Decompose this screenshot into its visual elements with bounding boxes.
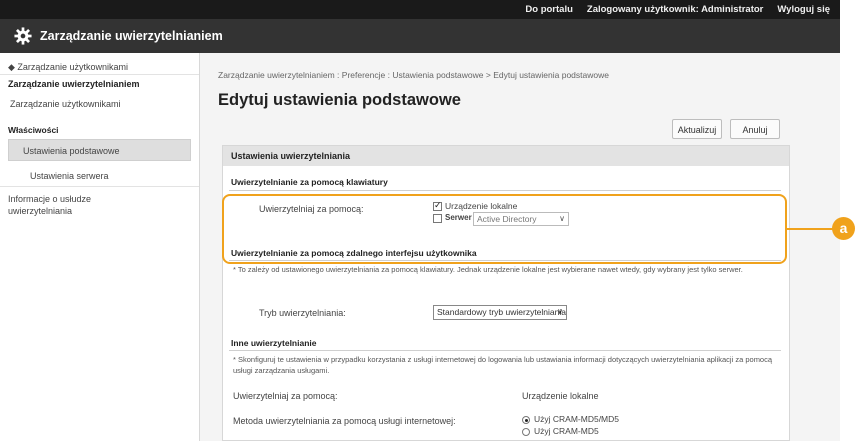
- panel-title: Ustawienia uwierzytelniania: [223, 146, 789, 166]
- app-window: Do portalu Zalogowany użytkownik: Admini…: [0, 0, 840, 441]
- divider: [229, 350, 781, 351]
- auth-mode-label: Tryb uwierzytelniania:: [259, 308, 346, 318]
- cram-md5-md5-radio[interactable]: [522, 416, 530, 424]
- remote-note: * To zależy od ustawionego uwierzytelnia…: [233, 265, 743, 274]
- app-title: Zarządzanie uwierzytelnianiem: [40, 29, 223, 43]
- web-method-label: Metoda uwierzytelniania za pomocą usługi…: [233, 416, 456, 426]
- page-title: Edytuj ustawienia podstawowe: [218, 91, 461, 109]
- divider: [229, 190, 781, 191]
- other-section-heading: Inne uwierzytelnianie: [231, 338, 317, 348]
- sidebar-heading[interactable]: Zarządzanie uwierzytelnianiem: [0, 79, 148, 89]
- other-note: * Skonfiguruj te ustawienia w przypadku …: [233, 355, 773, 375]
- cram-md5-radio[interactable]: [522, 428, 530, 436]
- callout-highlight: [222, 194, 787, 264]
- cram-md5-label: Użyj CRAM-MD5: [534, 426, 599, 436]
- sidebar: ◆ Zarządzanie użytkownikami Zarządzanie …: [0, 53, 200, 441]
- settings-panel: Ustawienia uwierzytelniania Uwierzytelni…: [222, 145, 790, 441]
- portal-link[interactable]: Do portalu: [525, 4, 573, 15]
- logged-user-text: Zalogowany użytkownik: Administrator: [586, 4, 764, 15]
- sidebar-back-link[interactable]: ◆ Zarządzanie użytkownikami: [0, 59, 199, 75]
- auth-mode-value: Standardowy tryb uwierzytelniania: [437, 307, 566, 317]
- cram-md5-md5-label: Użyj CRAM-MD5/MD5: [534, 414, 619, 424]
- sidebar-section-properties: Właściwości: [8, 125, 59, 135]
- sidebar-item-server-settings[interactable]: Ustawienia serwera: [0, 165, 199, 187]
- chevron-down-icon: ∨: [557, 307, 563, 316]
- top-bar: Do portalu Zalogowany użytkownik: Admini…: [0, 0, 840, 19]
- sidebar-item-basic-settings[interactable]: Ustawienia podstawowe: [8, 139, 191, 161]
- cancel-button[interactable]: Anuluj: [730, 119, 780, 139]
- update-button[interactable]: Aktualizuj: [672, 119, 722, 139]
- auth-mode-select[interactable]: Standardowy tryb uwierzytelniania ∨: [433, 305, 567, 320]
- sidebar-item-users[interactable]: Zarządzanie użytkownikami: [0, 99, 129, 109]
- callout-leader-line: [787, 228, 838, 230]
- other-auth-value: Urządzenie lokalne: [522, 391, 599, 401]
- breadcrumb: Zarządzanie uwierzytelnianiem : Preferen…: [218, 70, 609, 80]
- sidebar-item-auth-info[interactable]: Informacje o usłudze uwierzytelniania: [0, 193, 150, 217]
- kbd-section-heading: Uwierzytelnianie za pomocą klawiatury: [231, 177, 388, 187]
- title-bar: Zarządzanie uwierzytelnianiem: [0, 19, 840, 53]
- logout-link[interactable]: Wyloguj się: [777, 4, 830, 15]
- other-auth-label: Uwierzytelniaj za pomocą:: [233, 391, 338, 401]
- gear-icon: [14, 27, 32, 45]
- callout-badge-a: a: [832, 217, 855, 240]
